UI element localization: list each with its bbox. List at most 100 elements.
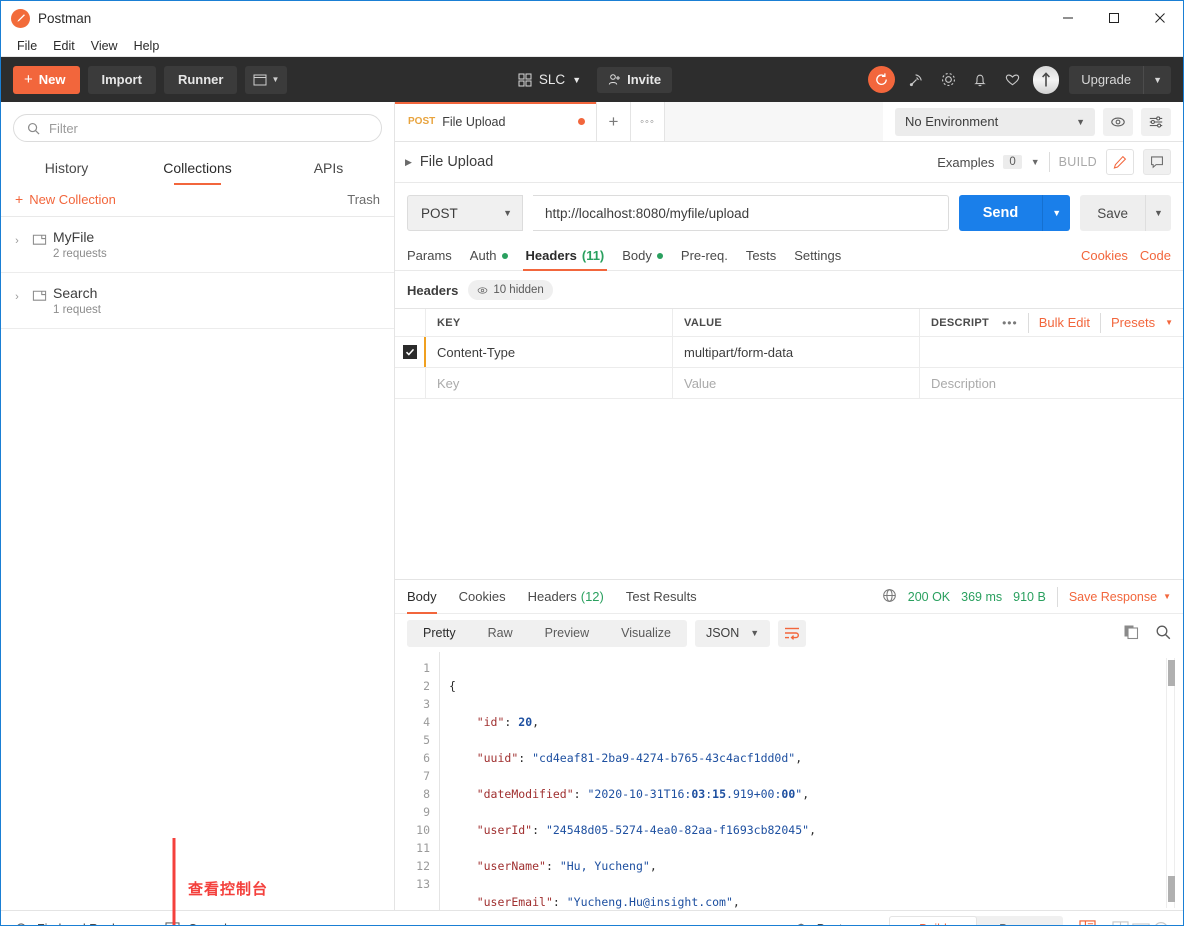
minimize-button[interactable]: [1045, 1, 1091, 35]
response-tab-headers[interactable]: Headers (12): [517, 580, 615, 614]
subtab-label: Body: [622, 248, 652, 263]
code-line: "uuid": "cd4eaf81-2ba9-4274-b765-43c4acf…: [476, 751, 803, 765]
response-scrollbar[interactable]: [1166, 658, 1175, 908]
notifications-button[interactable]: [969, 69, 991, 91]
scrollbar-thumb[interactable]: [1168, 660, 1175, 686]
build-tab[interactable]: Build: [889, 915, 977, 925]
view-mode-pretty[interactable]: Pretty: [407, 619, 472, 647]
satellite-icon: [909, 74, 922, 87]
trash-button[interactable]: Trash: [347, 192, 380, 207]
chevron-down-icon[interactable]: ▼: [1143, 65, 1171, 94]
tab-collections[interactable]: Collections: [132, 152, 263, 185]
edit-request-button[interactable]: [1106, 149, 1134, 175]
check-icon: [405, 348, 415, 356]
response-format-selector[interactable]: JSON ▼: [694, 619, 771, 647]
url-input[interactable]: http://localhost:8080/myfile/upload: [533, 195, 949, 231]
cookies-link[interactable]: Cookies: [1081, 248, 1128, 263]
find-and-replace-button[interactable]: Find and Replace: [15, 922, 135, 925]
save-options-button[interactable]: ▼: [1145, 195, 1171, 231]
close-button[interactable]: [1137, 1, 1183, 35]
import-button[interactable]: Import: [87, 65, 156, 94]
row-description-cell[interactable]: Description: [920, 368, 1183, 398]
row-value-cell[interactable]: multipart/form-data: [673, 337, 920, 367]
browse-tab[interactable]: Browse: [977, 916, 1063, 926]
watermark-icons: [1112, 921, 1169, 925]
response-tab-body[interactable]: Body: [407, 580, 448, 614]
table-row-empty[interactable]: Key Value Description: [395, 368, 1183, 399]
copy-button[interactable]: [1123, 624, 1139, 643]
code-link[interactable]: Code: [1140, 248, 1171, 263]
table-row[interactable]: Content-Type multipart/form-data: [395, 337, 1183, 368]
upgrade-button[interactable]: Upgrade ▼: [1069, 65, 1171, 94]
new-collection-button[interactable]: + New Collection: [15, 191, 116, 207]
environment-quick-look-button[interactable]: [1103, 107, 1133, 136]
menu-edit[interactable]: Edit: [46, 36, 82, 56]
menu-view[interactable]: View: [84, 36, 125, 56]
response-body-area[interactable]: 1 2 3 4 5 6 7 8 9 10 11 12 13 {"id": 20…: [395, 652, 1183, 910]
table-more-button[interactable]: •••: [1002, 316, 1018, 330]
response-tab-cookies[interactable]: Cookies: [448, 580, 517, 614]
row-description-cell[interactable]: [920, 337, 1183, 367]
chevron-right-icon[interactable]: ▶: [405, 157, 412, 168]
view-mode-visualize[interactable]: Visualize: [605, 620, 687, 647]
search-response-button[interactable]: [1155, 624, 1171, 643]
bulk-edit-button[interactable]: Bulk Edit: [1039, 315, 1090, 330]
favorites-button[interactable]: [1001, 69, 1023, 91]
menu-file[interactable]: File: [10, 36, 44, 56]
broadcast-button[interactable]: [905, 69, 927, 91]
response-tab-test-results[interactable]: Test Results: [615, 580, 708, 614]
wrap-lines-button[interactable]: [778, 619, 807, 647]
bootcamp-button[interactable]: Bootcamp: [793, 922, 873, 925]
environment-selector[interactable]: No Environment ▼: [895, 107, 1095, 136]
subtab-prerequest[interactable]: Pre-req.: [672, 241, 737, 271]
scrollbar-thumb-secondary[interactable]: [1168, 876, 1175, 902]
workspace-selector[interactable]: SLC ▼: [512, 68, 587, 91]
subtab-headers[interactable]: Headers (11): [517, 241, 614, 271]
invite-button[interactable]: Invite: [597, 66, 673, 93]
subtab-body[interactable]: Body: [613, 241, 672, 271]
view-mode-preview[interactable]: Preview: [529, 620, 605, 647]
chevron-down-icon[interactable]: ▼: [1165, 318, 1173, 327]
sync-button[interactable]: [868, 66, 896, 93]
new-window-button[interactable]: ▼: [245, 65, 288, 94]
presets-button[interactable]: Presets: [1111, 315, 1155, 330]
subtab-params[interactable]: Params: [407, 241, 461, 271]
save-response-button[interactable]: Save Response ▼: [1069, 590, 1171, 604]
view-mode-raw[interactable]: Raw: [472, 620, 529, 647]
save-button[interactable]: Save: [1080, 195, 1145, 231]
comments-button[interactable]: [1143, 149, 1171, 175]
subtab-auth[interactable]: Auth: [461, 241, 517, 271]
environment-settings-button[interactable]: [1141, 107, 1171, 136]
tab-history[interactable]: History: [1, 152, 132, 185]
new-collection-label: New Collection: [29, 191, 116, 207]
subtab-settings[interactable]: Settings: [785, 241, 850, 271]
menu-help[interactable]: Help: [127, 36, 167, 56]
request-tab-file-upload[interactable]: POST File Upload: [395, 102, 597, 141]
collection-item-myfile[interactable]: › MyFile 2 requests: [1, 217, 394, 273]
layout-toggle-button[interactable]: [1079, 919, 1096, 925]
request-title-group[interactable]: ▶ File Upload: [405, 154, 493, 170]
chevron-right-icon[interactable]: ›: [9, 285, 25, 303]
filter-input[interactable]: Filter: [13, 114, 382, 142]
response-body-code[interactable]: { "id": 20, "uuid": "cd4eaf81-2ba9-4274-…: [439, 652, 1183, 910]
row-checkbox[interactable]: [403, 345, 417, 359]
send-button[interactable]: Send: [958, 195, 1043, 231]
send-options-button[interactable]: ▼: [1042, 195, 1071, 231]
tab-options-button[interactable]: ◦◦◦: [631, 102, 665, 141]
row-key-cell[interactable]: Content-Type: [426, 337, 673, 367]
maximize-button[interactable]: [1091, 1, 1137, 35]
chevron-right-icon[interactable]: ›: [9, 229, 25, 247]
settings-button[interactable]: [937, 69, 959, 91]
row-key-cell[interactable]: Key: [426, 368, 673, 398]
upload-button[interactable]: [1033, 65, 1060, 94]
tab-apis[interactable]: APIs: [263, 152, 394, 185]
collection-item-search[interactable]: › Search 1 request: [1, 273, 394, 329]
row-value-cell[interactable]: Value: [673, 368, 920, 398]
subtab-tests[interactable]: Tests: [737, 241, 785, 271]
chevron-down-icon[interactable]: ▼: [1031, 157, 1040, 167]
new-button[interactable]: + New: [13, 65, 80, 94]
runner-button[interactable]: Runner: [163, 65, 238, 94]
new-tab-button[interactable]: +: [597, 102, 631, 141]
hidden-headers-toggle[interactable]: 10 hidden: [468, 280, 553, 300]
http-method-selector[interactable]: POST ▼: [407, 195, 523, 231]
